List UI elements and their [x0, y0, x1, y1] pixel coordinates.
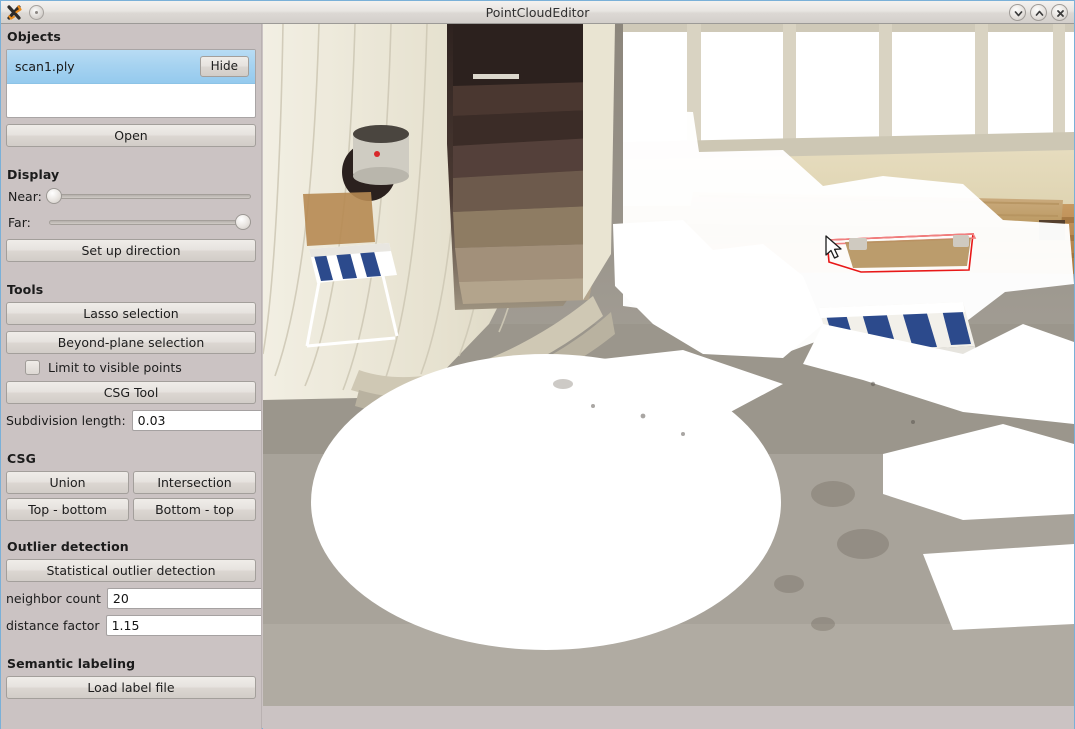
display-section-heading: Display [7, 167, 60, 182]
statistical-outlier-detection-button[interactable]: Statistical outlier detection [6, 559, 256, 582]
viewport-bottom-strip [263, 706, 1074, 729]
tools-section-heading: Tools [7, 282, 44, 297]
csg-tool-button[interactable]: CSG Tool [6, 381, 256, 404]
far-slider-handle[interactable] [235, 214, 251, 230]
subdivision-length-input[interactable] [131, 410, 261, 431]
neighbor-count-row: neighbor count [6, 588, 261, 609]
point-cloud-render[interactable] [263, 24, 1074, 706]
close-button[interactable] [1051, 4, 1068, 21]
object-filename: scan1.ply [15, 59, 75, 74]
near-slider[interactable] [46, 187, 251, 205]
objects-list[interactable]: scan1.ply Hide [6, 49, 256, 118]
near-slider-handle[interactable] [46, 188, 62, 204]
neighbor-count-input[interactable] [106, 588, 261, 609]
neighbor-count-label: neighbor count [6, 591, 101, 606]
far-slider-track[interactable] [49, 220, 251, 225]
beyond-plane-selection-button[interactable]: Beyond-plane selection [6, 331, 256, 354]
outlier-detection-section-heading: Outlier detection [7, 539, 129, 554]
hide-object-button[interactable]: Hide [199, 56, 249, 77]
far-slider-row: Far: [8, 213, 256, 231]
maximize-button[interactable] [1030, 4, 1047, 21]
distance-factor-row: distance factor [6, 615, 261, 636]
minimize-button[interactable] [1009, 4, 1026, 21]
window-menu-icon[interactable] [29, 4, 44, 20]
point-cloud-3d-view[interactable] [263, 24, 1074, 706]
lasso-selection-button[interactable]: Lasso selection [6, 302, 256, 325]
csg-intersection-button[interactable]: Intersection [133, 471, 256, 494]
csg-top-bottom-button[interactable]: Top - bottom [6, 498, 129, 521]
csg-button-row-1: Union Intersection [6, 471, 256, 494]
csg-section-heading: CSG [7, 451, 36, 466]
distance-factor-label: distance factor [6, 618, 100, 633]
title-bar: PointCloudEditor [1, 1, 1074, 24]
near-slider-track[interactable] [46, 194, 251, 199]
application-window: PointCloudEditor Objects scan1.ply Hide … [0, 0, 1075, 729]
load-label-file-button[interactable]: Load label file [6, 676, 256, 699]
window-title: PointCloudEditor [485, 4, 590, 20]
far-slider[interactable] [46, 213, 251, 231]
list-item[interactable]: scan1.ply Hide [7, 50, 255, 84]
set-up-direction-button[interactable]: Set up direction [6, 239, 256, 262]
objects-section-heading: Objects [7, 29, 61, 44]
app-x-icon [6, 4, 23, 21]
limit-visible-points-label: Limit to visible points [48, 360, 182, 375]
csg-bottom-top-button[interactable]: Bottom - top [133, 498, 256, 521]
near-slider-row: Near: [8, 187, 256, 205]
csg-union-button[interactable]: Union [6, 471, 129, 494]
limit-visible-points-checkbox[interactable] [25, 360, 40, 375]
missing-data-ellipse [311, 354, 781, 650]
open-button[interactable]: Open [6, 124, 256, 147]
window-controls [1009, 4, 1068, 21]
csg-button-row-2: Top - bottom Bottom - top [6, 498, 256, 521]
subdivision-length-row: Subdivision length: [6, 410, 261, 431]
limit-visible-points-row: Limit to visible points [25, 360, 256, 375]
controls-sidebar: Objects scan1.ply Hide Open Display Near… [1, 24, 262, 729]
subdivision-length-label: Subdivision length: [6, 413, 126, 428]
far-slider-label: Far: [8, 214, 31, 230]
near-slider-label: Near: [8, 188, 42, 204]
distance-factor-input[interactable] [105, 615, 261, 636]
semantic-labeling-section-heading: Semantic labeling [7, 656, 136, 671]
